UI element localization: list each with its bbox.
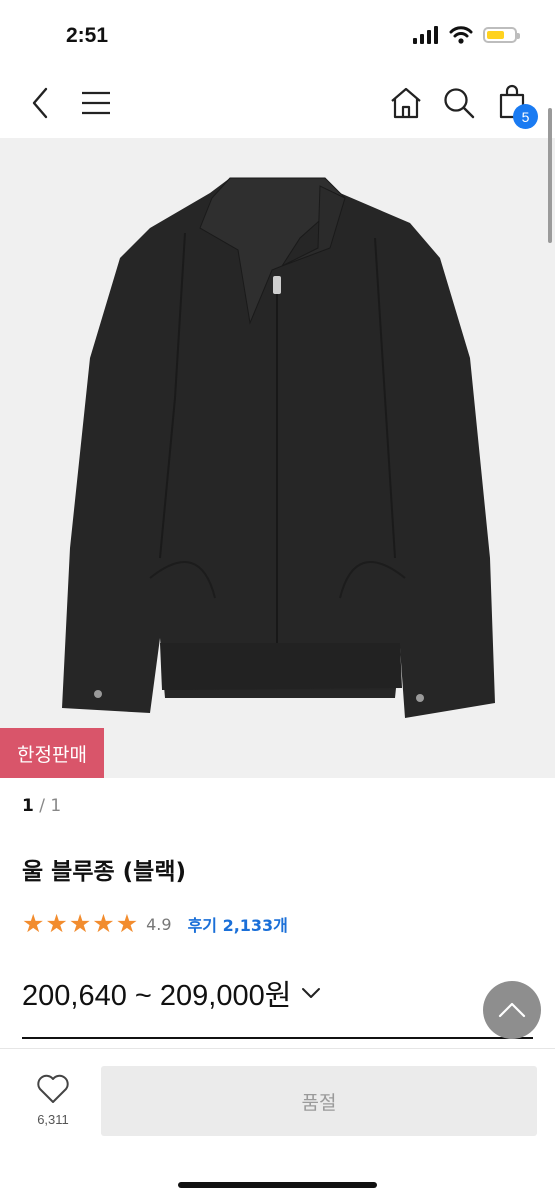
review-link[interactable]: 후기 2,133개	[188, 912, 288, 936]
product-title: 울 블루종 (블랙)	[22, 859, 186, 885]
image-counter-total: 1	[50, 796, 62, 816]
star-icon: ★	[68, 909, 92, 938]
rating-stars: ★ ★ ★ ★ ★	[22, 911, 138, 937]
price-text: 200,640 ~ 209,000원	[22, 980, 292, 1012]
cart-count-badge: 5	[513, 104, 538, 129]
limited-sale-badge: 한정판매	[0, 728, 104, 778]
image-counter-current: 1	[22, 796, 34, 816]
hamburger-icon[interactable]	[80, 90, 112, 116]
home-icon[interactable]	[389, 86, 423, 120]
like-count: 6,311	[37, 1112, 69, 1127]
price-row[interactable]: 200,640 ~ 209,000원	[22, 972, 321, 1014]
wifi-icon	[449, 26, 473, 44]
jacket-image	[62, 177, 495, 718]
status-icons	[413, 26, 520, 44]
rating-score: 4.9	[146, 914, 172, 934]
status-bar: 2:51	[0, 0, 555, 70]
star-icon: ★	[22, 909, 45, 938]
star-icon: ★	[45, 909, 68, 938]
chevron-down-icon[interactable]	[301, 986, 321, 1000]
home-indicator[interactable]	[178, 1182, 377, 1188]
star-icon: ★	[92, 909, 115, 938]
like-button[interactable]: 6,311	[30, 1074, 76, 1127]
heart-icon	[37, 1074, 69, 1103]
chevron-left-icon[interactable]	[28, 86, 54, 120]
product-image[interactable]	[0, 138, 555, 778]
image-counter: 1 / 1	[22, 796, 61, 816]
scroll-indicator[interactable]	[548, 108, 552, 243]
price-divider	[22, 1037, 533, 1039]
battery-level	[487, 31, 504, 39]
status-time: 2:51	[66, 24, 109, 47]
search-icon[interactable]	[442, 86, 476, 120]
battery-icon	[483, 27, 520, 43]
rating-row: ★ ★ ★ ★ ★ 4.9 후기 2,133개	[22, 911, 288, 937]
star-icon: ★	[115, 909, 139, 938]
image-counter-separator: /	[33, 796, 51, 816]
scroll-to-top-button[interactable]	[483, 981, 541, 1039]
soldout-button[interactable]: 품절	[101, 1066, 537, 1136]
chevron-up-icon	[498, 1002, 526, 1018]
signal-icon	[413, 26, 438, 44]
